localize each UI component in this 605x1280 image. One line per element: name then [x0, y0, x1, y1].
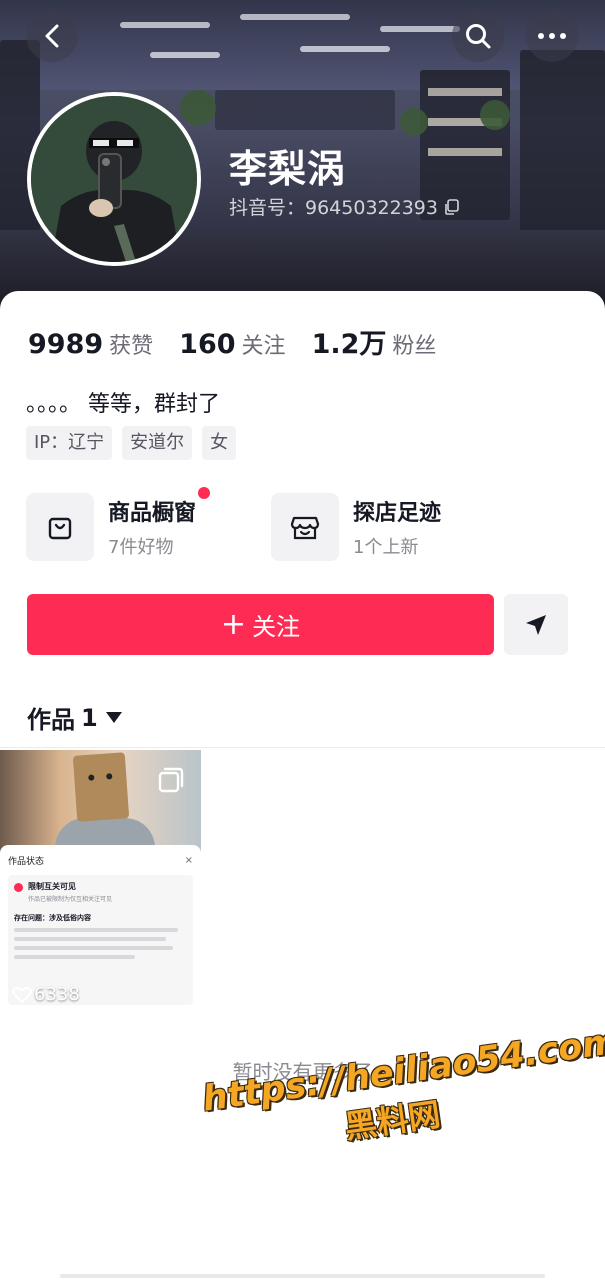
search-button[interactable]: [452, 10, 504, 62]
stat-value: 1.2万: [311, 329, 387, 360]
product-window-title-text: 商品橱窗: [108, 501, 197, 526]
shop-icon-box: [271, 493, 339, 561]
shopping-bag-icon: [48, 517, 72, 540]
store-visit-subtitle: 1个上新: [353, 537, 419, 558]
stats-row: 9989 获赞 160 关注 1.2万 粉丝: [28, 322, 462, 361]
profile-tags: IP：辽宁 安道尔 女: [26, 426, 237, 460]
plus-icon: +: [220, 606, 247, 642]
more-icon: [538, 33, 566, 39]
douyin-id-text: 抖音号：96450322393: [229, 197, 438, 219]
stat-value: 160: [179, 329, 236, 360]
caret-down-icon: [105, 712, 122, 723]
overlay-issue: 存在问题：涉及低俗内容: [14, 914, 91, 922]
store-visit-entry[interactable]: 探店足迹 1个上新: [271, 492, 441, 562]
multi-image-icon: [158, 767, 184, 793]
send-icon: [526, 614, 546, 635]
back-arrow-icon: [45, 24, 59, 48]
storefront-icon: [290, 516, 320, 540]
tag-gender: 女: [202, 426, 237, 460]
shop-icon-box: [26, 493, 94, 561]
stat-label: 粉丝: [392, 334, 437, 359]
more-button[interactable]: [526, 10, 578, 62]
video-likes: 6338: [12, 984, 80, 1005]
works-count: 1: [81, 703, 98, 732]
stat-followers[interactable]: 1.2万 粉丝: [312, 322, 437, 361]
tag-ip: IP：辽宁: [26, 426, 113, 460]
username: 李梨涡: [229, 147, 347, 191]
overlay-header: 作品状态: [8, 856, 45, 867]
overlay-subtitle: 作品已被限制为仅互相关注可见: [28, 896, 113, 903]
shop-row: 商品橱窗 7件好物 探店足迹 1个上新: [26, 487, 586, 562]
works-tab[interactable]: 作品 1: [27, 700, 122, 735]
heart-icon: [12, 986, 32, 1003]
product-window-title: 商品橱窗: [108, 487, 211, 527]
tag-location: 安道尔: [122, 426, 193, 460]
product-window-entry[interactable]: 商品橱窗 7件好物: [26, 487, 211, 562]
warning-icon: [14, 883, 23, 892]
stat-label: 获赞: [109, 334, 154, 359]
follow-button[interactable]: + 关注: [27, 594, 494, 655]
bio: 。。。。 等等，群封了: [26, 392, 220, 417]
message-button[interactable]: [504, 594, 568, 655]
overlay-title: 限制互关可见: [28, 882, 76, 891]
like-count: 6338: [34, 984, 80, 1005]
divider: [0, 747, 605, 748]
copy-icon[interactable]: [444, 198, 460, 215]
notification-dot: [198, 487, 211, 499]
stat-label: 关注: [241, 334, 286, 359]
follow-label: 关注: [252, 613, 301, 641]
douyin-id[interactable]: 抖音号：96450322393: [229, 193, 460, 220]
product-window-subtitle: 7件好物: [108, 537, 174, 558]
avatar[interactable]: [27, 92, 201, 266]
stat-likes[interactable]: 9989 获赞: [28, 328, 153, 360]
works-tab-label: 作品: [27, 706, 75, 734]
stat-following[interactable]: 160 关注: [179, 328, 285, 360]
store-visit-title: 探店足迹: [353, 501, 442, 526]
stat-value: 9989: [28, 329, 104, 360]
close-icon: ×: [184, 854, 193, 866]
back-button[interactable]: [26, 10, 78, 62]
bottom-bar: [60, 1274, 545, 1278]
search-icon: [466, 24, 491, 49]
